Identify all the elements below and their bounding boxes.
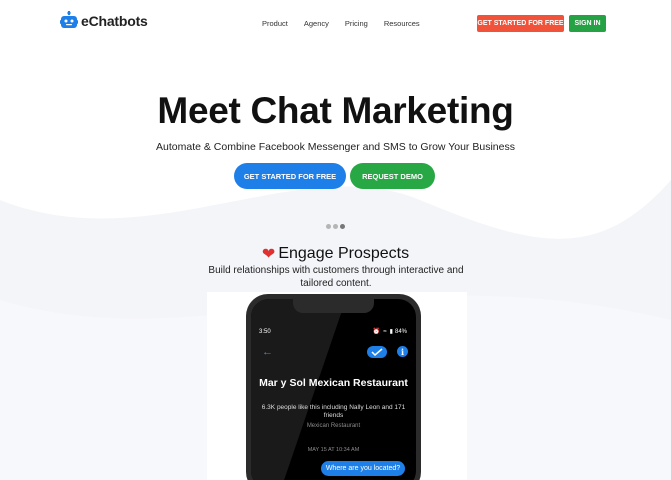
- logo[interactable]: eChatbots: [60, 11, 148, 31]
- carousel-dot[interactable]: [333, 224, 338, 229]
- get-started-button[interactable]: GET STARTED FOR FREE: [234, 163, 346, 189]
- robot-logo-icon: [60, 11, 78, 31]
- page-category: Mexican Restaurant: [306, 423, 361, 429]
- phone-screen: 3:50 ⏰ ≈ ▮ 84% ← i Mar y Sol Mexican Res…: [251, 299, 416, 480]
- status-time: 3:50: [259, 329, 271, 335]
- heart-icon: ❤: [261, 246, 276, 263]
- section-description: Build relationships with customers throu…: [208, 265, 464, 289]
- section-title-text: Engage Prospects: [278, 245, 410, 262]
- brand-name: eChatbots: [81, 13, 148, 29]
- main-nav: Product Agency Pricing Resources: [262, 19, 436, 28]
- phone-mockup: 3:50 ⏰ ≈ ▮ 84% ← i Mar y Sol Mexican Res…: [246, 294, 421, 480]
- status-icons: ⏰ ≈ ▮ 84%: [372, 328, 407, 336]
- wifi-icon: ≈: [383, 328, 387, 335]
- page-name: Mar y Sol Mexican Restaurant: [259, 377, 408, 389]
- chat-bubble: Where are you located?: [321, 461, 405, 476]
- section-title: ❤ Engage Prospects: [0, 244, 671, 264]
- nav-item-agency[interactable]: Agency: [304, 19, 329, 28]
- battery-icon: ▮: [389, 329, 393, 335]
- site-header: eChatbots Product Agency Pricing Resourc…: [0, 0, 671, 46]
- hero-subtitle: Automate & Combine Facebook Messenger an…: [156, 141, 515, 153]
- sign-in-button[interactable]: SIGN IN: [569, 15, 606, 32]
- phone-notch: [293, 299, 374, 313]
- nav-item-pricing[interactable]: Pricing: [345, 19, 368, 28]
- page-likes: 6.3K people like this including Nally Le…: [261, 404, 406, 419]
- header-get-started-button[interactable]: GET STARTED FOR FREE: [477, 15, 564, 32]
- nav-item-resources[interactable]: Resources: [384, 19, 420, 28]
- request-demo-button[interactable]: REQUEST DEMO: [350, 163, 435, 189]
- toggle-icon[interactable]: [367, 346, 387, 358]
- info-icon[interactable]: i: [397, 346, 408, 357]
- nav-item-product[interactable]: Product: [262, 19, 288, 28]
- message-timestamp: MAY 15 AT 10:34 AM: [307, 447, 360, 453]
- battery-level: 84%: [394, 328, 407, 335]
- carousel-dot-active[interactable]: [340, 224, 345, 229]
- hero-title: Meet Chat Marketing: [157, 90, 514, 131]
- back-arrow-icon[interactable]: ←: [262, 346, 273, 358]
- alarm-icon: ⏰: [372, 329, 381, 335]
- carousel-dots: [326, 224, 347, 229]
- carousel-dot[interactable]: [326, 224, 331, 229]
